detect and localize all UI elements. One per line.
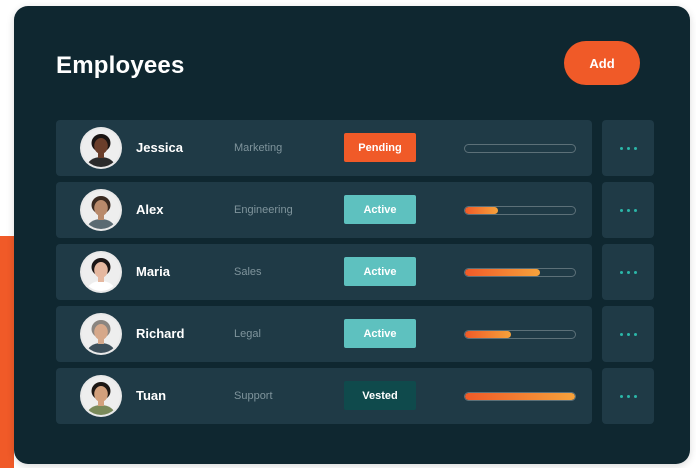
avatar bbox=[82, 253, 120, 291]
employee-name: Alex bbox=[136, 202, 164, 217]
man-avatar-icon bbox=[82, 191, 120, 229]
employee-department: Legal bbox=[234, 328, 261, 340]
woman-avatar-icon bbox=[82, 129, 120, 167]
status-badge: Active bbox=[344, 195, 416, 224]
progress-fill bbox=[465, 331, 512, 338]
man-avatar-icon bbox=[82, 315, 120, 353]
row-actions-button[interactable] bbox=[602, 368, 654, 424]
row-actions-button[interactable] bbox=[602, 306, 654, 362]
employee-name: Maria bbox=[136, 264, 170, 279]
progress-fill bbox=[465, 393, 575, 400]
more-horizontal-icon bbox=[619, 332, 637, 336]
progress-bar bbox=[464, 268, 576, 277]
avatar bbox=[82, 191, 120, 229]
employee-row-richard: Richard Legal Active bbox=[56, 306, 654, 362]
employee-row-main[interactable]: Alex Engineering Active bbox=[56, 182, 592, 238]
progress-fill bbox=[465, 207, 498, 214]
page-title: Employees bbox=[56, 52, 185, 79]
employees-card: Employees Add Jessica Marketing Pending bbox=[14, 6, 690, 464]
employee-department: Engineering bbox=[234, 204, 293, 216]
employee-row-main[interactable]: Tuan Support Vested bbox=[56, 368, 592, 424]
employee-name: Tuan bbox=[136, 388, 167, 403]
employee-row-main[interactable]: Maria Sales Active bbox=[56, 244, 592, 300]
employee-row-main[interactable]: Richard Legal Active bbox=[56, 306, 592, 362]
progress-bar bbox=[464, 392, 576, 401]
avatar bbox=[82, 129, 120, 167]
add-button[interactable]: Add bbox=[564, 41, 640, 85]
status-badge: Active bbox=[344, 257, 416, 286]
more-horizontal-icon bbox=[619, 394, 637, 398]
employee-department: Support bbox=[234, 390, 273, 402]
more-horizontal-icon bbox=[619, 208, 637, 212]
row-actions-button[interactable] bbox=[602, 120, 654, 176]
status-badge: Active bbox=[344, 319, 416, 348]
employee-row-main[interactable]: Jessica Marketing Pending bbox=[56, 120, 592, 176]
employee-list: Jessica Marketing Pending Alex Engineeri… bbox=[56, 120, 654, 430]
employee-name: Jessica bbox=[136, 140, 183, 155]
progress-bar bbox=[464, 330, 576, 339]
progress-bar bbox=[464, 144, 576, 153]
avatar bbox=[82, 315, 120, 353]
man-avatar-icon bbox=[82, 377, 120, 415]
accent-strip bbox=[0, 236, 14, 468]
woman-avatar-icon bbox=[82, 253, 120, 291]
status-badge: Pending bbox=[344, 133, 416, 162]
employee-row-jessica: Jessica Marketing Pending bbox=[56, 120, 654, 176]
more-horizontal-icon bbox=[619, 146, 637, 150]
employee-department: Sales bbox=[234, 266, 262, 278]
status-badge: Vested bbox=[344, 381, 416, 410]
row-actions-button[interactable] bbox=[602, 182, 654, 238]
employee-row-alex: Alex Engineering Active bbox=[56, 182, 654, 238]
employee-row-tuan: Tuan Support Vested bbox=[56, 368, 654, 424]
employee-department: Marketing bbox=[234, 142, 283, 154]
progress-fill bbox=[465, 269, 540, 276]
employee-name: Richard bbox=[136, 326, 185, 341]
avatar bbox=[82, 377, 120, 415]
employee-row-maria: Maria Sales Active bbox=[56, 244, 654, 300]
more-horizontal-icon bbox=[619, 270, 637, 274]
row-actions-button[interactable] bbox=[602, 244, 654, 300]
progress-bar bbox=[464, 206, 576, 215]
